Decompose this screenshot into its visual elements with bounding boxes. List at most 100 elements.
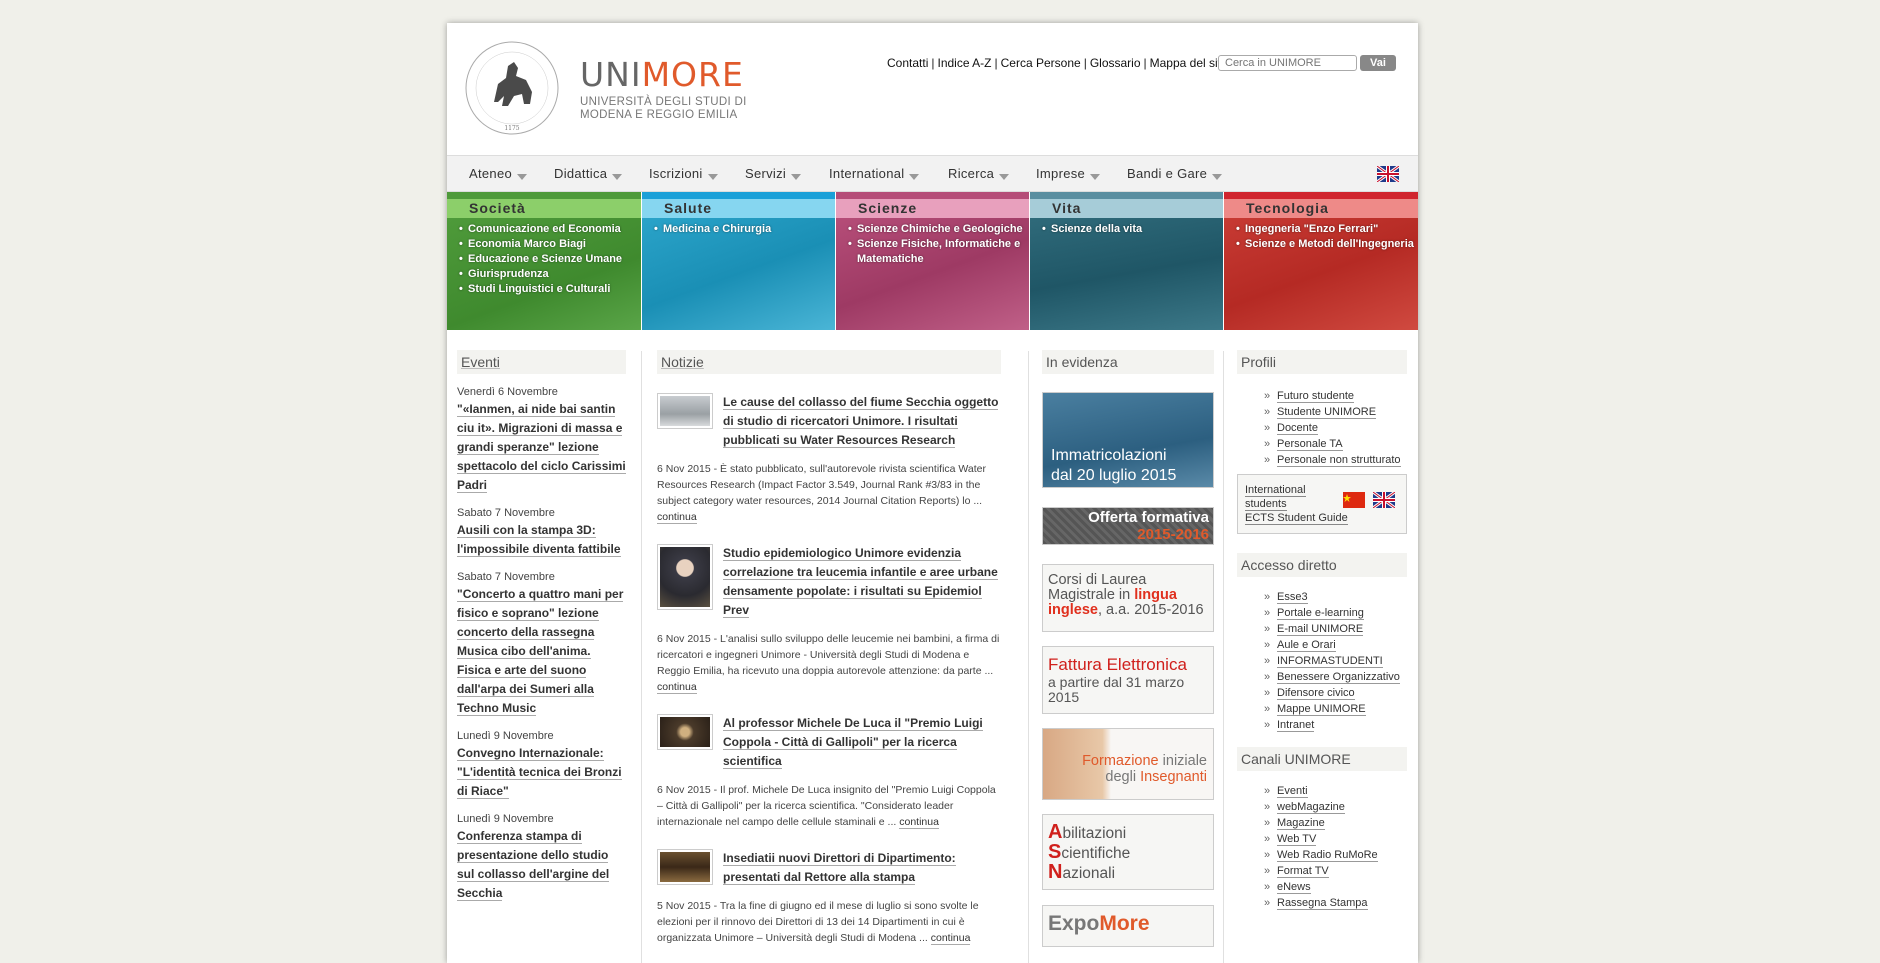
link-international-students[interactable]: International — [1245, 484, 1306, 497]
banner-expomore[interactable]: ExpoMore — [1042, 905, 1214, 947]
link-cerca-persone[interactable]: Cerca Persone — [1001, 56, 1081, 70]
direct-access-link[interactable]: Aule e Orari — [1264, 637, 1407, 653]
direct-access-link[interactable]: Portale e-learning — [1264, 605, 1407, 621]
china-flag-icon[interactable] — [1343, 492, 1365, 508]
news-thumbnail[interactable] — [657, 544, 713, 610]
area-link[interactable]: Scienze e Metodi dell'Ingegneria — [1236, 237, 1414, 252]
news-link[interactable]: Studio epidemiologico Unimore evidenzia … — [723, 546, 998, 618]
channel-link[interactable]: Format TV — [1264, 863, 1407, 879]
banner-immatricolazioni[interactable]: Immatricolazioni dal 20 luglio 2015 — [1042, 392, 1214, 488]
profile-link[interactable]: Futuro studente — [1264, 388, 1407, 404]
uk-flag-icon[interactable] — [1377, 166, 1399, 182]
area-link[interactable]: Comunicazione ed Economia — [459, 222, 637, 237]
channel-link[interactable]: Rassegna Stampa — [1264, 895, 1407, 911]
menu-international[interactable]: International — [829, 166, 920, 181]
area-link[interactable]: Medicina e Chirurgia — [654, 222, 831, 237]
link-contatti[interactable]: Contatti — [887, 56, 928, 70]
area-scienze[interactable]: Scienze Scienze Chimiche e Geologiche Sc… — [836, 192, 1030, 330]
event-link[interactable]: Conferenza stampa di presentazione dello… — [457, 829, 610, 901]
news-link[interactable]: Al professor Michele De Luca il "Premio … — [723, 716, 983, 769]
channel-link[interactable]: Magazine — [1264, 815, 1407, 831]
search-input[interactable] — [1218, 55, 1357, 71]
news-more-link[interactable]: continua — [657, 681, 697, 694]
link-glossario[interactable]: Glossario — [1090, 56, 1141, 70]
menu-imprese[interactable]: Imprese — [1036, 166, 1101, 181]
column-divider — [1223, 351, 1224, 963]
menu-ateneo[interactable]: Ateneo — [469, 166, 528, 181]
chevron-down-icon — [517, 174, 528, 180]
news-thumbnail[interactable] — [657, 849, 713, 885]
area-title: Vita — [1030, 199, 1223, 218]
area-tecnologia[interactable]: Tecnologia Ingegneria "Enzo Ferrari" Sci… — [1224, 192, 1418, 330]
news-link[interactable]: Insediatii nuovi Direttori di Dipartimen… — [723, 851, 956, 885]
profile-link[interactable]: Personale TA — [1264, 436, 1407, 452]
profile-link[interactable]: Docente — [1264, 420, 1407, 436]
area-link[interactable]: Giurisprudenza — [459, 267, 637, 282]
banner-text: inglese — [1048, 602, 1098, 618]
banner-asn[interactable]: Abilitazioni Scientifiche Nazionali — [1042, 814, 1214, 890]
link-international-students[interactable]: students — [1245, 498, 1287, 511]
area-link[interactable]: Scienze Chimiche e Geologiche — [848, 222, 1025, 237]
menu-ricerca[interactable]: Ricerca — [948, 166, 1010, 181]
news-title: Notizie — [657, 350, 1001, 374]
banner-text: azionali — [1062, 865, 1116, 882]
menu-bandi-gare[interactable]: Bandi e Gare — [1127, 166, 1223, 181]
channel-link[interactable]: eNews — [1264, 879, 1407, 895]
channel-link[interactable]: Eventi — [1264, 783, 1407, 799]
chevron-down-icon — [707, 174, 718, 180]
area-link[interactable]: Educazione e Scienze Umane — [459, 252, 637, 267]
link-ects-guide[interactable]: ECTS Student Guide — [1245, 512, 1348, 525]
direct-access-link[interactable]: Intranet — [1264, 717, 1407, 733]
menu-iscrizioni[interactable]: Iscrizioni — [649, 166, 718, 181]
direct-access-link[interactable]: INFORMASTUDENTI — [1264, 653, 1407, 669]
banner-fattura-elettronica[interactable]: Fattura Elettronica a partire dal 31 mar… — [1042, 646, 1214, 714]
area-link[interactable]: Scienze Fisiche, Informatiche e Matemati… — [848, 237, 1025, 267]
search-button[interactable]: Vai — [1360, 55, 1396, 71]
news-item: Studio epidemiologico Unimore evidenzia … — [657, 544, 1001, 695]
direct-access-link[interactable]: Mappe UNIMORE — [1264, 701, 1407, 717]
banner-corsi-inglese[interactable]: Corsi di Laurea Magistrale in lingua ing… — [1042, 564, 1214, 632]
logo-uni: UNI — [580, 55, 642, 94]
site-logo[interactable]: UNIMORE UNIVERSITÀ DEGLI STUDI DI MODENA… — [580, 55, 747, 122]
uk-flag-icon[interactable] — [1373, 492, 1395, 508]
direct-access-link[interactable]: E-mail UNIMORE — [1264, 621, 1407, 637]
profile-link[interactable]: Studente UNIMORE — [1264, 404, 1407, 420]
area-title: Tecnologia — [1224, 199, 1418, 218]
event-link[interactable]: Convegno Internazionale: "L'identità tec… — [457, 746, 622, 799]
news-link[interactable]: Le cause del collasso del fiume Secchia … — [723, 395, 999, 448]
channel-link[interactable]: Web Radio RuMoRe — [1264, 847, 1407, 863]
event-date: Sabato 7 Novembre — [457, 507, 555, 519]
event-link[interactable]: Ausili con la stampa 3D: l'impossibile d… — [457, 523, 621, 557]
banner-text: Expo — [1048, 912, 1100, 935]
area-societa[interactable]: Società Comunicazione ed Economia Econom… — [447, 192, 642, 330]
banner-text: lingua — [1134, 587, 1177, 603]
banner-formazione-insegnanti[interactable]: Formazione iniziale degli Insegnanti — [1042, 728, 1214, 800]
area-link[interactable]: Ingegneria "Enzo Ferrari" — [1236, 222, 1414, 237]
banner-offerta-formativa[interactable]: Offerta formativa 2015-2016 — [1042, 507, 1214, 545]
link-mappa-sito[interactable]: Mappa del sito — [1150, 56, 1228, 70]
news-more-link[interactable]: continua — [657, 511, 697, 524]
banner-text: Formazione — [1082, 753, 1159, 769]
direct-access-link[interactable]: Esse3 — [1264, 589, 1407, 605]
channel-link[interactable]: webMagazine — [1264, 799, 1407, 815]
menu-didattica[interactable]: Didattica — [554, 166, 623, 181]
area-vita[interactable]: Vita Scienze della vita — [1030, 192, 1224, 330]
news-thumbnail[interactable] — [657, 393, 713, 429]
area-link[interactable]: Studi Linguistici e Culturali — [459, 282, 637, 297]
event-link[interactable]: "«Ianmen, ai nide bai santin ciu it». Mi… — [457, 402, 626, 493]
direct-access-link[interactable]: Difensore civico — [1264, 685, 1407, 701]
university-seal-logo[interactable]: 1175 — [464, 40, 560, 136]
news-more-link[interactable]: continua — [930, 932, 971, 945]
channel-link[interactable]: Web TV — [1264, 831, 1407, 847]
event-link[interactable]: "Concerto a quattro mani per fisico e so… — [457, 587, 624, 716]
area-link[interactable]: Economia Marco Biagi — [459, 237, 637, 252]
news-thumbnail[interactable] — [657, 714, 713, 750]
news-more-link[interactable]: continua — [899, 816, 939, 829]
menu-servizi[interactable]: Servizi — [745, 166, 802, 181]
link-indice-az[interactable]: Indice A-Z — [937, 56, 991, 70]
profile-link[interactable]: Personale non strutturato — [1264, 452, 1407, 468]
area-salute[interactable]: Salute Medicina e Chirurgia — [642, 192, 836, 330]
area-link[interactable]: Scienze della vita — [1042, 222, 1219, 237]
event-item: Sabato 7 Novembre Ausili con la stampa 3… — [457, 507, 626, 559]
direct-access-link[interactable]: Benessere Organizzativo — [1264, 669, 1407, 685]
